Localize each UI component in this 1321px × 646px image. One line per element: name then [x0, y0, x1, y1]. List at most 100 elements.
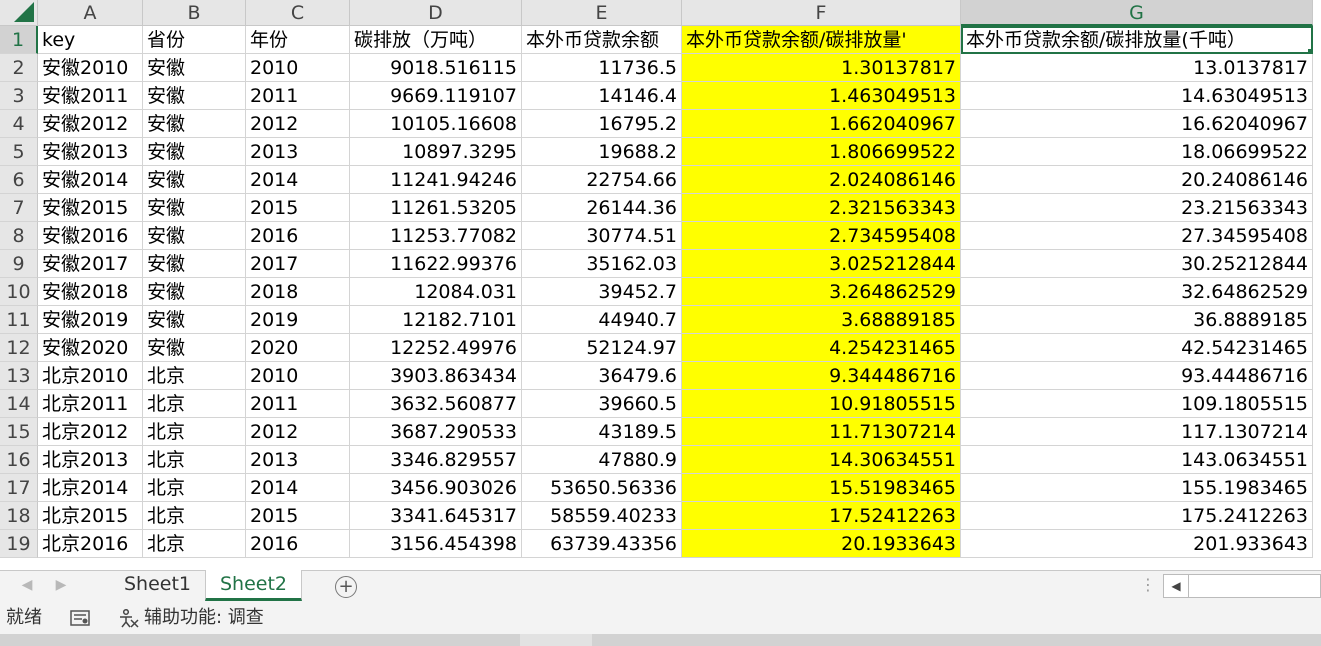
table-cell[interactable]: 2015 [246, 194, 350, 222]
table-cell[interactable]: 12182.7101 [350, 306, 522, 334]
table-cell[interactable]: 12252.49976 [350, 334, 522, 362]
table-cell[interactable]: 安徽 [143, 82, 246, 110]
row-header[interactable]: 16 [0, 446, 38, 474]
scroll-left-arrow-icon[interactable]: ◀ [1164, 575, 1189, 597]
table-cell[interactable]: 13.0137817 [961, 54, 1313, 82]
table-cell[interactable]: 1.30137817 [682, 54, 961, 82]
table-cell[interactable]: 安徽2011 [38, 82, 143, 110]
table-cell[interactable]: 安徽2016 [38, 222, 143, 250]
table-cell[interactable]: 32.64862529 [961, 278, 1313, 306]
table-cell[interactable]: 2011 [246, 82, 350, 110]
row-header[interactable]: 14 [0, 390, 38, 418]
table-cell[interactable]: 北京2014 [38, 474, 143, 502]
table-cell[interactable]: 北京2016 [38, 530, 143, 558]
table-cell[interactable]: 2.024086146 [682, 166, 961, 194]
header-cell[interactable]: 本外币贷款余额/碳排放量' [682, 26, 961, 54]
accessibility-icon[interactable] [118, 602, 140, 634]
row-header[interactable]: 19 [0, 530, 38, 558]
table-cell[interactable]: 11253.77082 [350, 222, 522, 250]
table-cell[interactable]: 11241.94246 [350, 166, 522, 194]
table-cell[interactable]: 安徽2018 [38, 278, 143, 306]
header-cell[interactable]: 本外币贷款余额/碳排放量(千吨） [961, 26, 1313, 54]
table-cell[interactable]: 北京2015 [38, 502, 143, 530]
table-cell[interactable]: 23.21563343 [961, 194, 1313, 222]
table-cell[interactable]: 30.25212844 [961, 250, 1313, 278]
table-cell[interactable]: 39452.7 [522, 278, 682, 306]
spreadsheet-grid[interactable]: A B C D E F G 1 key 省份 年份 碳排放（万吨） 本外币贷款余额 本外币贷款余额/碳排放… [0, 0, 1321, 570]
accessibility-status[interactable]: 辅助功能: 调查 [144, 602, 264, 634]
table-cell[interactable]: 3.264862529 [682, 278, 961, 306]
splitter-handle-icon[interactable]: ⋮ [1140, 575, 1156, 594]
row-header[interactable]: 17 [0, 474, 38, 502]
column-header-a[interactable]: A [38, 0, 143, 26]
table-cell[interactable]: 北京 [143, 418, 246, 446]
table-cell[interactable]: 2011 [246, 390, 350, 418]
table-cell[interactable]: 2016 [246, 222, 350, 250]
tab-scroll-right-icon[interactable]: ▶ [52, 577, 70, 593]
table-cell[interactable]: 17.52412263 [682, 502, 961, 530]
macro-record-icon[interactable] [70, 602, 90, 634]
table-cell[interactable]: 30774.51 [522, 222, 682, 250]
table-cell[interactable]: 4.254231465 [682, 334, 961, 362]
table-cell[interactable]: 35162.03 [522, 250, 682, 278]
row-header[interactable]: 10 [0, 278, 38, 306]
table-cell[interactable]: 安徽2012 [38, 110, 143, 138]
table-cell[interactable]: 3.025212844 [682, 250, 961, 278]
tab-sheet2[interactable]: Sheet2 [205, 570, 303, 601]
table-cell[interactable]: 3.68889185 [682, 306, 961, 334]
table-cell[interactable]: 155.1983465 [961, 474, 1313, 502]
table-cell[interactable]: 3456.903026 [350, 474, 522, 502]
table-cell[interactable]: 2020 [246, 334, 350, 362]
table-cell[interactable]: 安徽2020 [38, 334, 143, 362]
table-cell[interactable]: 1.662040967 [682, 110, 961, 138]
table-cell[interactable]: 39660.5 [522, 390, 682, 418]
table-cell[interactable]: 2013 [246, 446, 350, 474]
table-cell[interactable]: 9669.119107 [350, 82, 522, 110]
table-cell[interactable]: 42.54231465 [961, 334, 1313, 362]
table-cell[interactable]: 北京 [143, 390, 246, 418]
table-cell[interactable]: 27.34595408 [961, 222, 1313, 250]
table-cell[interactable]: 36.8889185 [961, 306, 1313, 334]
tab-sheet1[interactable]: Sheet1 [110, 570, 207, 601]
row-header[interactable]: 8 [0, 222, 38, 250]
table-cell[interactable]: 53650.56336 [522, 474, 682, 502]
table-cell[interactable]: 2010 [246, 362, 350, 390]
row-header[interactable]: 1 [0, 26, 38, 54]
table-cell[interactable]: 26144.36 [522, 194, 682, 222]
row-header[interactable]: 2 [0, 54, 38, 82]
table-cell[interactable]: 175.2412263 [961, 502, 1313, 530]
table-cell[interactable]: 安徽 [143, 250, 246, 278]
table-cell[interactable]: 2017 [246, 250, 350, 278]
header-cell[interactable]: key [38, 26, 143, 54]
table-cell[interactable]: 北京 [143, 530, 246, 558]
table-cell[interactable]: 18.06699522 [961, 138, 1313, 166]
table-cell[interactable]: 47880.9 [522, 446, 682, 474]
table-cell[interactable]: 20.24086146 [961, 166, 1313, 194]
table-cell[interactable]: 43189.5 [522, 418, 682, 446]
row-header[interactable]: 11 [0, 306, 38, 334]
table-cell[interactable]: 2010 [246, 54, 350, 82]
table-cell[interactable]: 3687.290533 [350, 418, 522, 446]
table-cell[interactable]: 3341.645317 [350, 502, 522, 530]
table-cell[interactable]: 22754.66 [522, 166, 682, 194]
table-cell[interactable]: 北京 [143, 502, 246, 530]
column-header-b[interactable]: B [143, 0, 246, 26]
row-header[interactable]: 13 [0, 362, 38, 390]
header-cell[interactable]: 本外币贷款余额 [522, 26, 682, 54]
add-sheet-button[interactable]: + [335, 576, 357, 598]
row-header[interactable]: 5 [0, 138, 38, 166]
table-cell[interactable]: 11.71307214 [682, 418, 961, 446]
table-cell[interactable]: 2.321563343 [682, 194, 961, 222]
table-cell[interactable]: 安徽 [143, 306, 246, 334]
table-cell[interactable]: 2019 [246, 306, 350, 334]
table-cell[interactable]: 北京 [143, 362, 246, 390]
table-cell[interactable]: 44940.7 [522, 306, 682, 334]
table-cell[interactable]: 117.1307214 [961, 418, 1313, 446]
table-cell[interactable]: 2014 [246, 474, 350, 502]
table-cell[interactable]: 3903.863434 [350, 362, 522, 390]
row-header[interactable]: 9 [0, 250, 38, 278]
table-cell[interactable]: 14146.4 [522, 82, 682, 110]
row-header[interactable]: 3 [0, 82, 38, 110]
row-header[interactable]: 18 [0, 502, 38, 530]
table-cell[interactable]: 14.63049513 [961, 82, 1313, 110]
